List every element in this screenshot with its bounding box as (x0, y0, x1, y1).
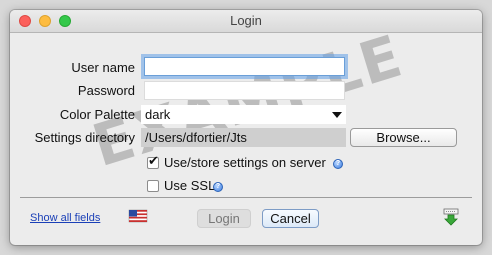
username-label: User name (71, 60, 135, 75)
us-flag-icon[interactable] (127, 208, 149, 224)
palette-label: Color Palette (59, 107, 135, 122)
download-arrow-icon[interactable] (442, 208, 460, 226)
use-ssl-label: Use SSL (164, 178, 216, 193)
title-bar: Login (10, 10, 482, 33)
cancel-button-label: Cancel (270, 211, 311, 226)
login-button-label: Login (208, 211, 240, 226)
password-input[interactable] (144, 81, 345, 100)
settings-dir-label: Settings directory (34, 130, 135, 145)
browse-button-label: Browse... (376, 130, 431, 145)
palette-selected-value: dark (145, 107, 171, 122)
password-label: Password (77, 83, 135, 98)
help-icon[interactable]: ? (213, 182, 223, 192)
cancel-button[interactable]: Cancel (262, 209, 319, 228)
username-input[interactable] (144, 57, 345, 76)
palette-select[interactable]: dark (141, 105, 346, 124)
browse-button[interactable]: Browse... (350, 128, 457, 147)
footer-divider (20, 197, 472, 198)
use-store-settings-checkbox[interactable]: ✔ (147, 153, 159, 169)
window-title: Login (230, 13, 262, 28)
login-window: Login EXAMPLE User name Password Color P… (10, 10, 482, 245)
help-icon[interactable]: ? (333, 159, 343, 169)
use-ssl-checkbox[interactable] (147, 180, 159, 192)
settings-dir-field: /Users/dfortier/Jts (141, 128, 346, 147)
show-all-fields-link[interactable]: Show all fields (30, 212, 100, 224)
use-store-settings-label: Use/store settings on server (164, 155, 326, 170)
checkmark-icon: ✔ (148, 153, 159, 168)
chevron-down-icon (332, 112, 342, 118)
login-button[interactable]: Login (197, 209, 251, 228)
